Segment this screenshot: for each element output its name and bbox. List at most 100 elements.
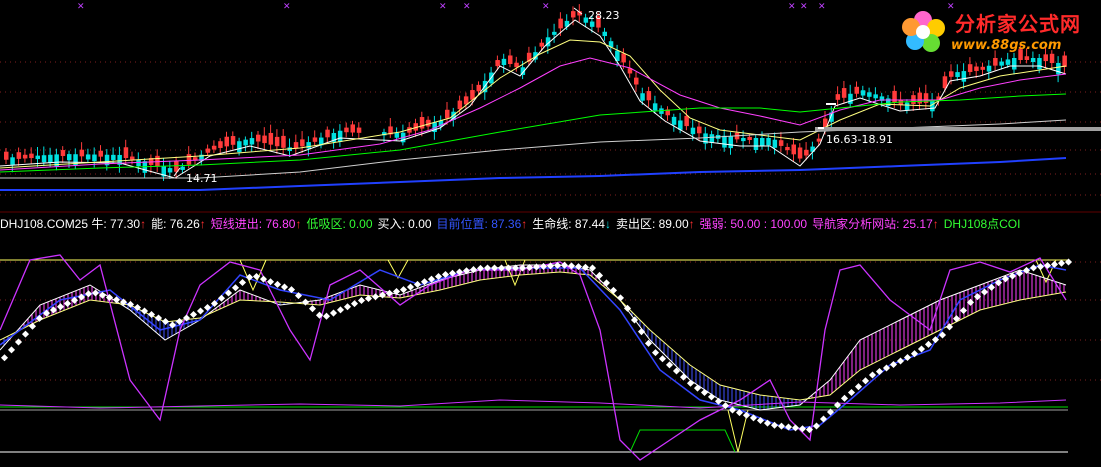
candle-body bbox=[300, 139, 305, 147]
candle-body bbox=[256, 134, 261, 142]
trend-dot bbox=[84, 290, 93, 298]
candle-body bbox=[621, 53, 626, 63]
candle-body bbox=[501, 58, 507, 66]
trend-dot bbox=[616, 294, 625, 302]
candle-body bbox=[67, 154, 72, 161]
trend-dot bbox=[875, 367, 884, 376]
trend-dot bbox=[924, 340, 933, 348]
ma20-line bbox=[0, 57, 1067, 171]
candle-body bbox=[766, 138, 771, 146]
logo-name: 分析家公式网 bbox=[955, 12, 1081, 36]
candle-body bbox=[281, 135, 286, 148]
indicator-item: 买入: 0.00 bbox=[378, 217, 432, 231]
site-logo[interactable]: 分析家公式网 www.88gs.com bbox=[901, 4, 1097, 60]
candle-body bbox=[98, 150, 103, 157]
candle-body bbox=[949, 71, 954, 77]
trend-dot bbox=[742, 411, 751, 419]
trend-dot bbox=[812, 422, 821, 430]
trend-dot bbox=[189, 310, 198, 319]
high-price-label: 28.23 bbox=[588, 9, 620, 22]
trend-dot bbox=[35, 314, 44, 322]
candle-body bbox=[445, 109, 450, 119]
candle-body bbox=[48, 154, 53, 163]
trend-dot bbox=[686, 379, 695, 387]
candle-body bbox=[274, 136, 280, 147]
signal-marker-icon: ✕ bbox=[818, 2, 826, 12]
candle-body bbox=[243, 139, 248, 146]
candle-body bbox=[867, 92, 872, 97]
trend-dot bbox=[847, 388, 856, 397]
candle-body bbox=[111, 154, 116, 160]
indicator-item: 卖出区: 89.00↑ bbox=[616, 217, 695, 231]
candle-body bbox=[804, 149, 809, 156]
trend-dot bbox=[854, 383, 863, 391]
trend-dot bbox=[749, 414, 758, 422]
trend-dot bbox=[238, 278, 247, 287]
trend-dot bbox=[798, 425, 807, 433]
candle-body bbox=[753, 138, 759, 150]
trend-dot bbox=[623, 304, 632, 312]
indicator-text: 低吸区: 0.00 bbox=[306, 217, 373, 231]
candle-body bbox=[848, 93, 853, 104]
indicator-value-bar: DHJ108.COM25 牛: 77.30↑ 能: 76.26↑ 短线进出: 76.… bbox=[0, 214, 1101, 234]
trend-dot bbox=[7, 346, 16, 354]
candle-body bbox=[589, 21, 595, 27]
indicator-arrow-icon: ↑ bbox=[688, 217, 695, 231]
candle-body bbox=[697, 126, 702, 134]
candle-body bbox=[835, 94, 841, 100]
candle-body bbox=[791, 144, 796, 155]
candle-body bbox=[841, 88, 847, 98]
indicator-arrow-icon: ↑ bbox=[295, 217, 302, 231]
candle-body bbox=[816, 138, 822, 142]
indicator-item: DHJ108.COM25 牛: 77.30↑ bbox=[0, 217, 146, 231]
candle-body bbox=[722, 135, 727, 148]
trend-dot bbox=[308, 305, 317, 313]
trend-dot bbox=[756, 416, 765, 425]
trend-dot bbox=[336, 306, 345, 314]
trend-dot bbox=[252, 272, 261, 281]
candle-body bbox=[79, 149, 85, 157]
candle-body bbox=[986, 65, 992, 72]
indicator-item: 导航家分析网站: 25.17↑ bbox=[812, 217, 939, 231]
candle-body bbox=[419, 117, 425, 129]
candle-body bbox=[16, 152, 22, 159]
trend-dot bbox=[217, 294, 226, 302]
candle-body bbox=[508, 55, 513, 64]
indicator-item: DHJ108点COI bbox=[944, 217, 1021, 231]
candle-body bbox=[29, 153, 34, 159]
candle-body bbox=[394, 132, 400, 138]
candle-body bbox=[41, 155, 47, 163]
candle-body bbox=[224, 136, 229, 147]
trend-dot bbox=[840, 394, 849, 402]
trend-dot bbox=[266, 278, 275, 286]
indicator-text: DHJ108点COI bbox=[943, 217, 1021, 231]
indicator-item: 低吸区: 0.00 bbox=[306, 217, 372, 231]
candle-body bbox=[904, 102, 910, 110]
signal-marker-icon: ✕ bbox=[788, 2, 796, 12]
candle-body bbox=[514, 62, 519, 68]
candle-body bbox=[35, 155, 40, 160]
candle-body bbox=[634, 77, 639, 85]
indicator-text: 导航家分析网站: 25.17 bbox=[812, 217, 933, 231]
candle-body bbox=[167, 168, 173, 173]
candle-body bbox=[728, 136, 733, 149]
candle-body bbox=[180, 166, 185, 170]
candle-body bbox=[1005, 59, 1011, 65]
trend-dot bbox=[371, 293, 380, 301]
fast-line bbox=[0, 264, 1067, 411]
trend-dot bbox=[959, 306, 968, 315]
indicator-arrow-icon: ↑ bbox=[140, 217, 147, 231]
candle-body bbox=[684, 115, 689, 127]
trend-dot bbox=[56, 303, 65, 311]
candle-body bbox=[999, 61, 1004, 66]
candle-body bbox=[640, 93, 645, 101]
indicator-text: DHJ108.COM25 牛: 77.30 bbox=[0, 217, 141, 231]
candle-body bbox=[671, 116, 677, 125]
indicator-text: 能: 76.26 bbox=[151, 217, 200, 231]
indicator-arrow-icon: ↑ bbox=[199, 217, 206, 231]
candle-body bbox=[652, 103, 658, 111]
candle-body bbox=[873, 94, 878, 99]
candle-body bbox=[539, 42, 544, 47]
candle-body bbox=[476, 84, 481, 92]
zone-spike bbox=[387, 259, 409, 280]
